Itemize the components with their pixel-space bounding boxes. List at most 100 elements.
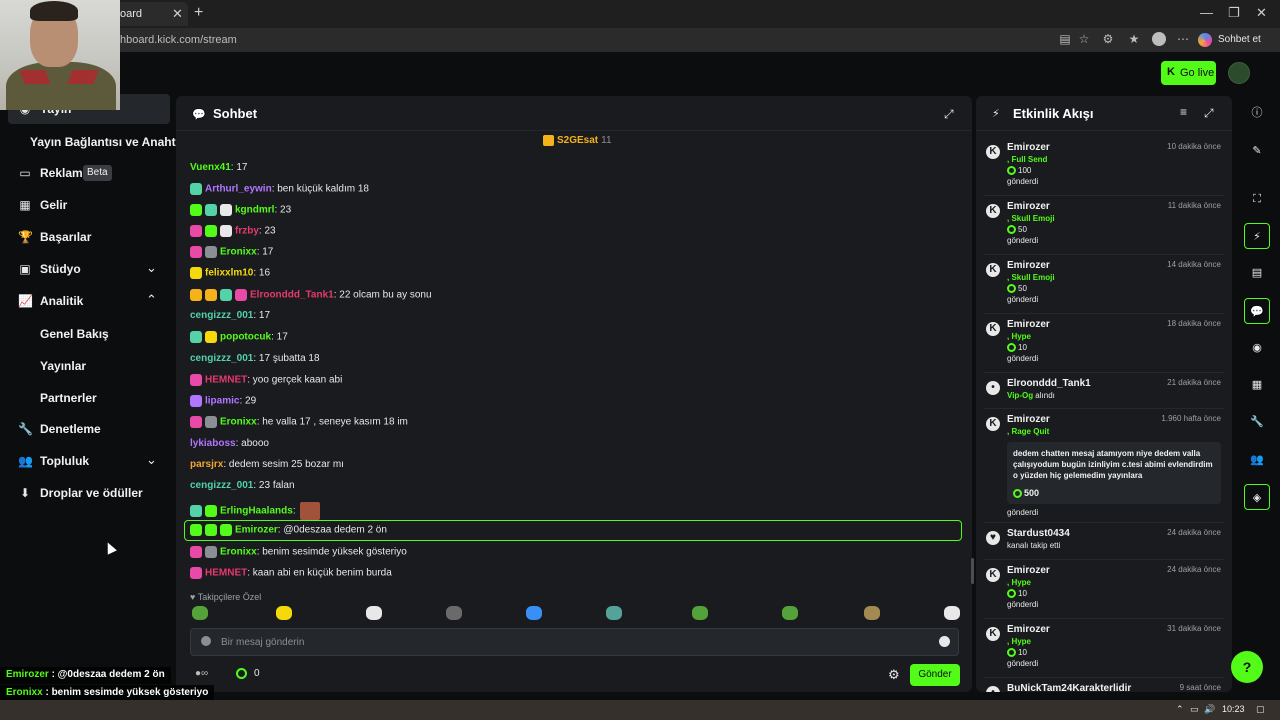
chat-username[interactable]: HEMNET [205, 568, 247, 579]
chat-username[interactable]: Vuenx41 [190, 162, 231, 173]
chat-username[interactable]: Arthurl_eywin [205, 184, 272, 195]
pinned-gifter[interactable]: S2GEsat 11 [543, 135, 612, 149]
chat-username[interactable]: Elroonddd_Tank1 [250, 290, 334, 301]
emote-button[interactable] [446, 606, 462, 620]
window-close-icon[interactable]: ✕ [1256, 5, 1267, 21]
gear-icon[interactable]: ⚙ [888, 667, 900, 683]
chat-input[interactable]: Bir mesaj gönderin [190, 628, 959, 656]
profile-icon[interactable] [1152, 32, 1166, 46]
chat-rail-icon[interactable]: 💬 [1244, 298, 1270, 324]
sidebar-item-partnerler[interactable]: Partnerler [40, 391, 97, 405]
sidebar-item-studyo[interactable]: ▣ Stüdyo ⌄ [8, 254, 170, 284]
emote-button[interactable] [692, 606, 708, 620]
feed-username[interactable]: BuNickTam24Karakterlidir [1007, 683, 1131, 692]
browser-tab[interactable]: oard ✕ [112, 2, 188, 26]
kick-logo-icon: K [986, 263, 1000, 277]
emote-button[interactable] [606, 606, 622, 620]
feed-username[interactable]: Emirozer [1007, 624, 1050, 635]
chat-username[interactable]: popotocuk [220, 332, 271, 343]
emote-button[interactable] [864, 606, 880, 620]
favorites-icon[interactable]: ★ [1127, 32, 1141, 46]
emote-button[interactable] [192, 606, 208, 620]
emote-button[interactable] [782, 606, 798, 620]
restore-icon[interactable]: ❐ [1228, 5, 1240, 21]
close-icon[interactable]: ✕ [172, 6, 183, 22]
chat-username[interactable]: Eronixx [220, 247, 257, 258]
document-icon[interactable]: ▤ [1244, 260, 1270, 286]
sidebar-item-analitik[interactable]: 📈 Analitik ⌃ [8, 286, 170, 316]
chat-username[interactable]: Eronixx [220, 417, 257, 428]
copilot-chat-button[interactable]: Sohbet et [1198, 31, 1268, 49]
emote-image [299, 502, 320, 520]
feed-username[interactable]: Emirozer [1007, 414, 1050, 425]
lightning-rail-icon[interactable]: ⚡ [1244, 223, 1270, 249]
emote-button[interactable] [526, 606, 542, 620]
ticker-username: Eronixx [6, 687, 43, 698]
feed-username[interactable]: Emirozer [1007, 142, 1050, 153]
emote-button[interactable] [944, 606, 960, 620]
scrollbar[interactable] [971, 558, 974, 584]
sidebar-item-gelir[interactable]: ▦ Gelir [8, 190, 170, 220]
feed-username[interactable]: Emirozer [1007, 319, 1050, 330]
chat-username[interactable]: Eronixx [220, 547, 257, 558]
tag-icon[interactable]: ◈ [1244, 484, 1270, 510]
divider [984, 618, 1224, 619]
chat-username[interactable]: HEMNET [205, 375, 247, 386]
sidebar-item-yayinlar[interactable]: Yayınlar [40, 359, 86, 373]
favorite-star-icon[interactable]: ☆ [1077, 32, 1091, 46]
chat-username[interactable]: lipamic [205, 396, 239, 407]
sidebar-item-stream-key[interactable]: Yayın Bağlantısı ve Anahtarı [30, 135, 190, 149]
chat-username[interactable]: ErlingHaalands [220, 506, 293, 517]
chat-username[interactable]: cengizzz_001 [190, 480, 253, 491]
users-rail-icon[interactable]: 👥 [1244, 447, 1270, 473]
popout-icon[interactable]: ⤢ [1204, 106, 1214, 121]
chat-username[interactable]: cengizzz_001 [190, 310, 253, 321]
layers-icon[interactable]: ▦ [1244, 372, 1270, 398]
wrench-rail-icon[interactable]: 🔧 [1244, 409, 1270, 435]
sidebar-item-genel-bakis[interactable]: Genel Bakış [40, 327, 109, 341]
sidebar-item-basarilar[interactable]: 🏆 Başarılar [8, 222, 170, 252]
edit-icon[interactable]: ✎ [1244, 138, 1270, 164]
sidebar-item-denetleme[interactable]: 🔧 Denetleme [8, 414, 170, 444]
chat-username[interactable]: kgndmrl [235, 205, 274, 216]
send-button[interactable]: Gönder [910, 664, 960, 686]
filter-icon[interactable]: ≡ [1180, 105, 1187, 119]
sidebar-item-topluluk[interactable]: 👥 Topluluk ⌄ [8, 446, 170, 476]
volume-icon[interactable]: 🔊 [1204, 704, 1215, 715]
ticker-text: : @0deszaa dedem 2 ön [48, 669, 165, 680]
screen-icon[interactable]: ⛶ [1244, 186, 1270, 212]
info-icon[interactable]: ⓘ [1244, 100, 1270, 126]
broadcast-rail-icon[interactable]: ◉ [1244, 335, 1270, 361]
feed-timestamp: 31 dakika önce [1167, 624, 1221, 633]
help-icon[interactable]: ? [1231, 651, 1263, 683]
emoji-icon[interactable] [939, 636, 950, 647]
more-icon[interactable]: ⋯ [1176, 32, 1190, 46]
url-field[interactable]: hboard.kick.com/stream [120, 34, 237, 46]
chat-text: : ben küçük kaldım 18 [271, 183, 369, 195]
chat-username[interactable]: parsjrx [190, 459, 223, 470]
minimize-icon[interactable]: — [1200, 5, 1213, 20]
avatar[interactable] [1228, 62, 1250, 84]
feed-username[interactable]: Emirozer [1007, 260, 1050, 271]
viewers-icon[interactable]: ●∞ [195, 668, 208, 679]
notifications-icon[interactable]: ▢ [1256, 704, 1265, 715]
emote-button[interactable] [276, 606, 292, 620]
emote-button[interactable] [366, 606, 382, 620]
chat-username[interactable]: felixxlm10 [205, 268, 253, 279]
network-icon[interactable]: ▭ [1190, 704, 1199, 715]
feed-username[interactable]: Stardust0434 [1007, 528, 1070, 539]
chevron-up-icon[interactable]: ⌃ [1176, 704, 1184, 715]
go-live-button[interactable]: K Go live [1161, 61, 1216, 85]
chat-username[interactable]: cengizzz_001 [190, 353, 253, 364]
reader-icon[interactable]: ▤ [1058, 32, 1072, 46]
new-tab-icon[interactable]: + [194, 4, 203, 22]
chat-username[interactable]: lykiaboss [190, 438, 236, 449]
extensions-icon[interactable]: ⚙ [1101, 32, 1115, 46]
sidebar-item-droplar[interactable]: ⬇ Droplar ve ödüller [8, 478, 170, 508]
kick-logo-icon: K [986, 627, 1000, 641]
feed-username[interactable]: Emirozer [1007, 565, 1050, 576]
feed-username[interactable]: Emirozer [1007, 201, 1050, 212]
chat-username[interactable]: frzby [235, 226, 259, 237]
popout-icon[interactable]: ⤢ [944, 107, 954, 122]
feed-username[interactable]: Elroonddd_Tank1 [1007, 378, 1091, 389]
